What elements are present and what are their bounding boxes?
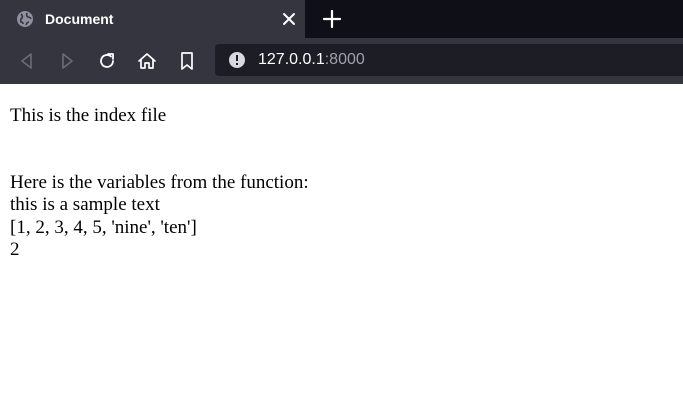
back-icon[interactable] (16, 50, 38, 72)
navigation-toolbar: 127.0.0.1:8000 (0, 38, 683, 84)
address-bar[interactable]: 127.0.0.1:8000 (215, 44, 683, 76)
url-port: :8000 (324, 51, 365, 68)
tab-title: Document (45, 11, 114, 27)
list-variable: [1, 2, 3, 4, 5, 'nine', 'ten'] (10, 216, 197, 238)
home-icon[interactable] (136, 50, 158, 72)
new-tab-icon[interactable] (321, 8, 343, 30)
reload-icon[interactable] (96, 50, 118, 72)
page-content: This is the index file Here is the varia… (0, 84, 683, 262)
globe-icon (17, 11, 33, 27)
info-icon[interactable] (228, 51, 246, 69)
intro-text: Here is the variables from the function: (10, 171, 309, 193)
url-text: 127.0.0.1:8000 (258, 44, 365, 76)
tab-strip: Document (0, 0, 683, 38)
close-icon[interactable] (280, 10, 298, 28)
forward-icon[interactable] (56, 50, 78, 72)
number-variable: 2 (10, 239, 20, 260)
bookmark-icon[interactable] (176, 50, 198, 72)
page-heading: This is the index file (10, 105, 167, 126)
tab-document[interactable]: Document (0, 0, 305, 38)
url-host: 127.0.0.1 (258, 51, 325, 68)
text-variable: this is a sample text (10, 194, 160, 215)
